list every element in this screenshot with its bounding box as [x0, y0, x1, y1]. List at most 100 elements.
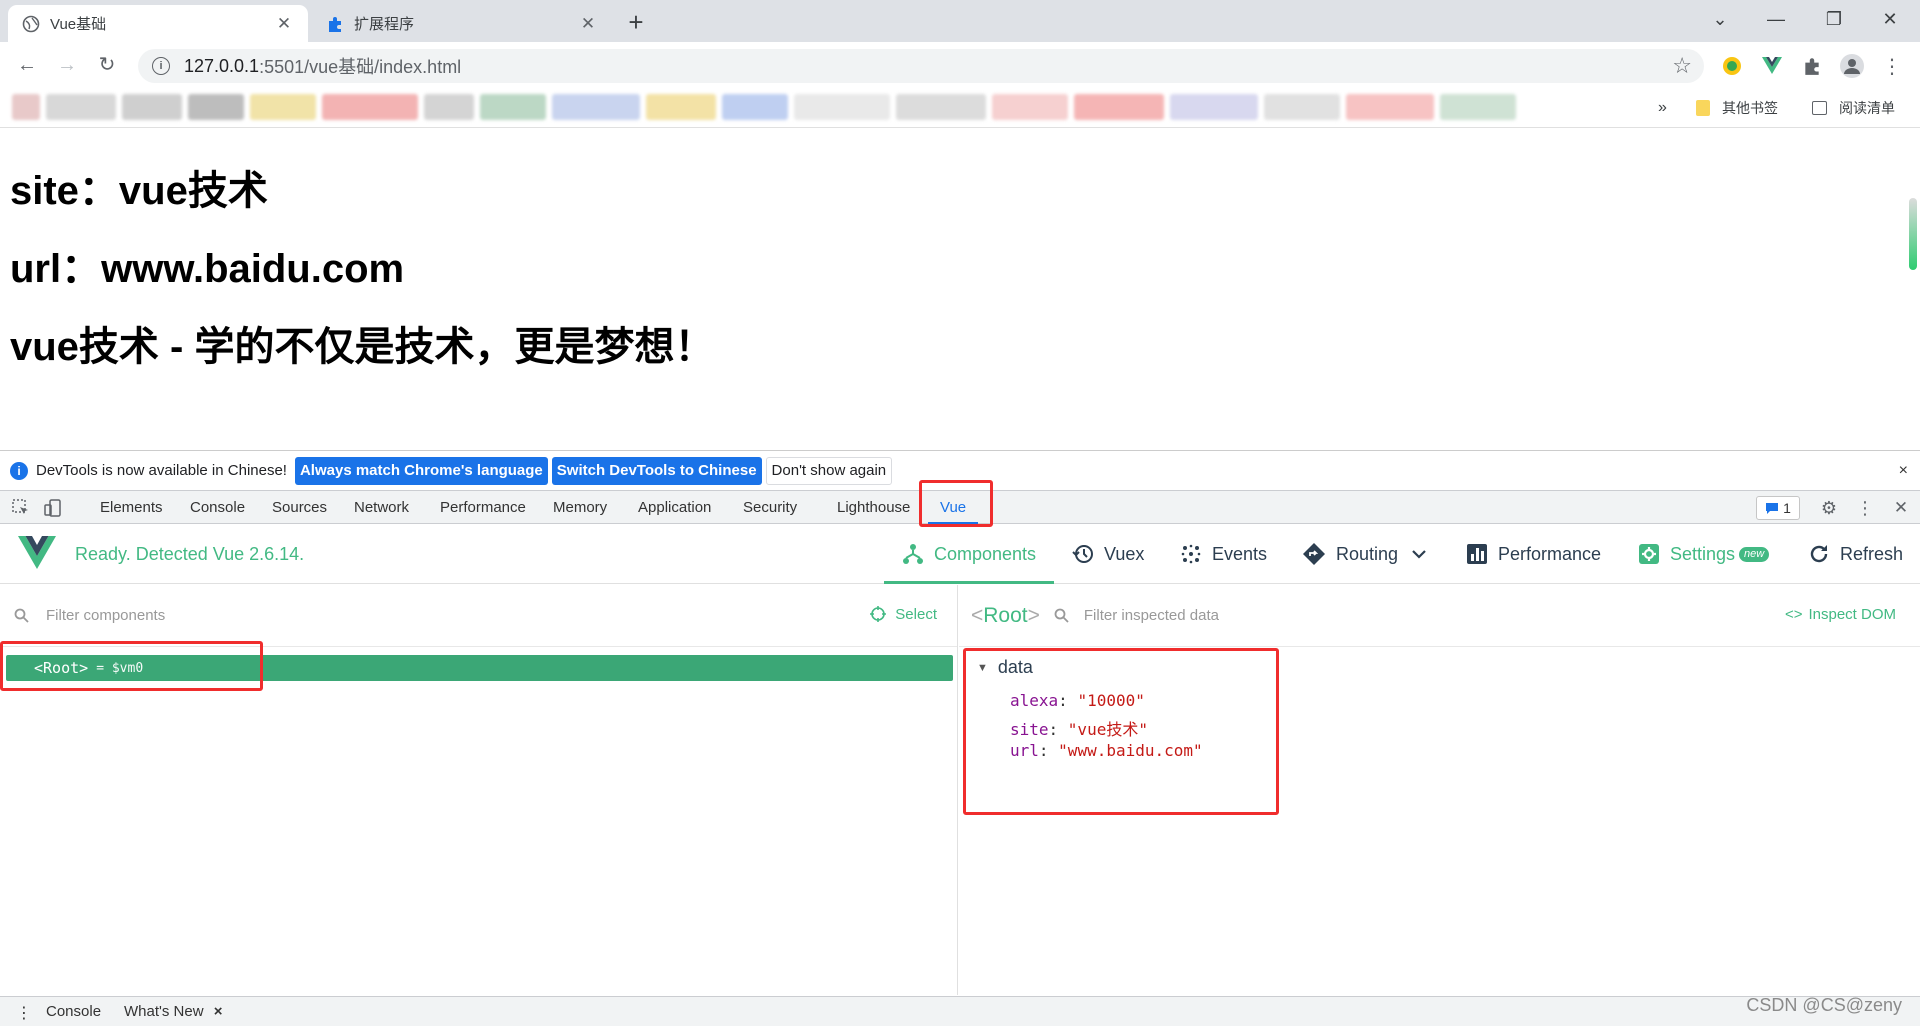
reading-list[interactable]: 阅读清单	[1812, 96, 1895, 120]
close-devtools-icon[interactable]: ✕	[1890, 497, 1912, 519]
prop-key: url	[1010, 741, 1039, 760]
reload-button[interactable]: ↻	[92, 50, 122, 80]
caret-down-icon: ▼	[977, 661, 988, 674]
chevron-down-icon	[1412, 550, 1426, 559]
site-info-icon[interactable]: i	[152, 57, 170, 75]
devtools-tab-lighthouse[interactable]: Lighthouse	[832, 491, 915, 524]
devtools-tab-vue[interactable]: Vue	[928, 491, 979, 524]
data-section-label: data	[997, 657, 1033, 677]
refresh-label: Refresh	[1840, 543, 1904, 564]
vue-nav-routing[interactable]: Routing	[1302, 524, 1426, 584]
inspect-dom-button[interactable]: <> Inspect DOM	[1785, 606, 1896, 623]
devtools-tab-sources[interactable]: Sources	[267, 491, 332, 524]
close-icon[interactable]: ×	[214, 1003, 223, 1020]
extension-icon[interactable]	[1720, 54, 1744, 78]
page-scrollbar[interactable]	[1909, 198, 1917, 270]
new-tab-button[interactable]: +	[622, 8, 650, 36]
drawer-tab-whats-new[interactable]: What's New ×	[124, 1003, 223, 1020]
devtools-tab-memory[interactable]: Memory	[548, 491, 612, 524]
other-bookmarks-label: 其他书签	[1722, 100, 1778, 116]
bookmarks-overflow-button[interactable]: »	[1658, 96, 1667, 120]
settings-label: Settings	[1670, 543, 1736, 564]
drawer-tab-console[interactable]: Console	[46, 1003, 101, 1020]
prop-key: site	[1010, 720, 1049, 739]
tree-node-root[interactable]: <Root> = $vm0	[6, 655, 953, 681]
devtools-tab-security[interactable]: Security	[738, 491, 802, 524]
close-icon[interactable]: ✕	[578, 14, 598, 34]
refresh-icon	[1810, 545, 1828, 563]
data-prop-url[interactable]: url: "www.baidu.com"	[1010, 741, 1203, 760]
filter-components-input[interactable]: Filter components	[46, 607, 165, 624]
events-dots-icon	[1181, 544, 1201, 564]
prop-value: "www.baidu.com"	[1058, 741, 1203, 760]
inspector-toolbar: <Root> Filter inspected data	[959, 585, 1920, 647]
vuex-label: Vuex	[1104, 543, 1145, 564]
browser-tab-vue[interactable]: Vue基础 ✕	[8, 5, 308, 42]
blurred-bookmarks	[12, 94, 1630, 122]
crosshair-icon	[870, 606, 887, 622]
menu-kebab-icon[interactable]: ⋮	[1880, 54, 1904, 78]
devtools-tab-application[interactable]: Application	[633, 491, 716, 524]
restore-button[interactable]: ❐	[1806, 4, 1862, 34]
settings-gear-icon[interactable]: ⚙	[1818, 497, 1840, 519]
filter-components-row[interactable]: Filter components	[0, 585, 957, 647]
devtools-tab-elements[interactable]: Elements	[95, 491, 168, 524]
match-language-button[interactable]: Always match Chrome's language	[294, 456, 548, 485]
vue-nav-events[interactable]: Events	[1180, 524, 1267, 584]
vue-devtools-extension-icon[interactable]	[1760, 54, 1784, 78]
back-button[interactable]: ←	[12, 50, 42, 80]
csdn-watermark: CSDN @CS@zeny	[1746, 995, 1902, 1015]
data-section-header[interactable]: ▼ data	[977, 657, 1033, 678]
devtools-tab-network[interactable]: Network	[349, 491, 414, 524]
address-bar[interactable]: i 127.0.0.1:5501/vue基础/index.html ☆	[138, 49, 1704, 83]
vue-nav-vuex[interactable]: Vuex	[1072, 524, 1144, 584]
infobar-message: DevTools is now available in Chinese!	[36, 462, 287, 479]
history-icon	[1072, 545, 1093, 563]
dont-show-again-button[interactable]: Don't show again	[765, 456, 893, 485]
issues-badge[interactable]: 1	[1756, 496, 1800, 520]
vue-nav-components[interactable]: Components	[884, 524, 1055, 584]
inspect-dom-label: Inspect DOM	[1808, 606, 1896, 623]
site-heading: site：vue技术	[10, 169, 268, 213]
vue-nav-performance[interactable]: Performance	[1466, 524, 1601, 584]
data-prop-alexa[interactable]: alexa: "10000"	[1010, 691, 1145, 710]
slogan-heading: vue技术 - 学的不仅是技术，更是梦想！	[10, 325, 715, 369]
issues-count: 1	[1783, 500, 1791, 516]
angle-open: <	[971, 603, 984, 627]
vue-refresh-button[interactable]: Refresh	[1808, 524, 1903, 584]
devtools-tab-performance[interactable]: Performance	[435, 491, 531, 524]
profile-avatar-icon[interactable]	[1840, 54, 1864, 78]
extensions-puzzle-icon[interactable]	[1800, 54, 1824, 78]
other-bookmarks[interactable]: 其他书签	[1696, 96, 1778, 120]
device-toolbar-icon[interactable]	[42, 497, 64, 519]
window-close-button[interactable]: ✕	[1862, 4, 1918, 34]
components-label: Components	[934, 543, 1037, 564]
puzzle-icon	[326, 15, 344, 33]
vue-nav-settings[interactable]: Settings new	[1638, 524, 1770, 584]
forward-button[interactable]: →	[52, 50, 82, 80]
globe-icon	[22, 15, 40, 33]
switch-to-chinese-button[interactable]: Switch DevTools to Chinese	[551, 456, 762, 485]
filter-inspected-data-input[interactable]: Filter inspected data	[1084, 607, 1219, 624]
reading-list-label: 阅读清单	[1839, 100, 1895, 116]
reading-list-icon	[1812, 101, 1827, 115]
data-prop-site[interactable]: site: "vue技术"	[1010, 716, 1148, 740]
performance-label: Performance	[1498, 543, 1602, 564]
tab-search-icon[interactable]: ⌄	[1692, 4, 1748, 34]
select-component-button[interactable]: Select	[869, 605, 937, 623]
infobar-close-icon[interactable]: ×	[1899, 462, 1908, 480]
root-vm-ref: = $vm0	[96, 660, 144, 676]
inspect-element-icon[interactable]	[10, 497, 32, 519]
devtools-tab-console[interactable]: Console	[185, 491, 250, 524]
bookmark-star-icon[interactable]: ☆	[1672, 53, 1692, 79]
prop-value: "vue技术"	[1067, 720, 1148, 739]
browser-tab-title: Vue基础	[50, 16, 107, 33]
drawer-menu-icon[interactable]: ⋮	[16, 1003, 32, 1023]
browser-tab-extensions[interactable]: 扩展程序 ✕	[312, 5, 612, 42]
close-icon[interactable]: ✕	[274, 14, 294, 34]
more-options-icon[interactable]: ⋮	[1854, 497, 1876, 519]
devtools-language-infobar: i DevTools is now available in Chinese! …	[0, 450, 1920, 490]
folder-icon	[1696, 100, 1710, 116]
components-tree-icon	[903, 544, 923, 564]
minimize-button[interactable]: —	[1748, 4, 1804, 34]
